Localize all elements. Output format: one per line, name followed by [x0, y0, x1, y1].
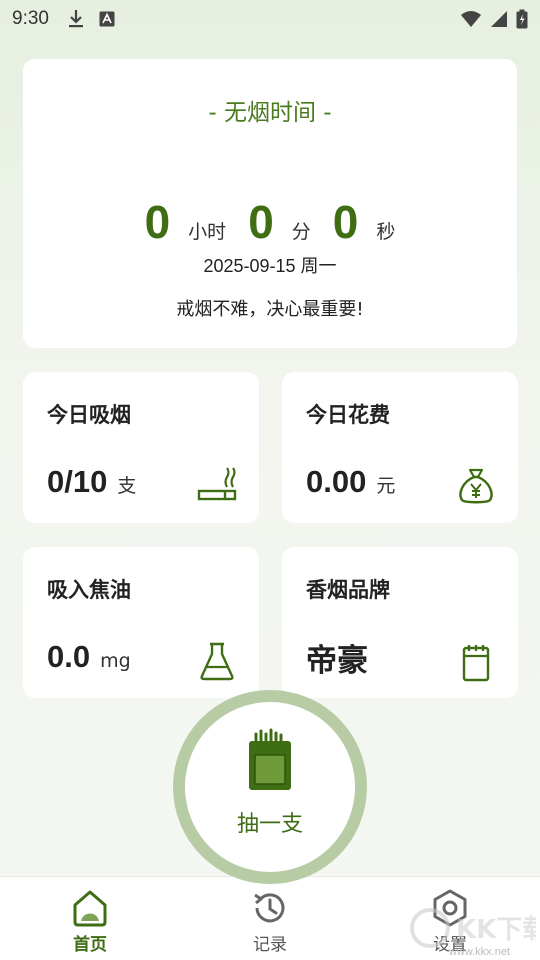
status-bar: 9:30	[0, 0, 540, 38]
today-smoke-value-row: 0/10 支	[47, 464, 136, 500]
smoke-free-timer-card: - 无烟时间 - 0 小时 0 分 0 秒 2025-09-15 周一 戒烟不难…	[23, 59, 517, 348]
nav-home[interactable]: 首页	[0, 877, 180, 960]
timer-minutes: 0	[248, 196, 274, 248]
cigarette-pack-icon	[249, 728, 291, 790]
money-bag-icon	[459, 468, 493, 504]
timer-readout: 0 小时 0 分 0 秒	[23, 195, 517, 249]
motto-text: 戒烟不难，决心最重要!	[176, 299, 364, 320]
today-cost-amount: 0.00	[306, 464, 367, 499]
tar-intake-unit: mg	[100, 650, 131, 672]
timer-title: - 无烟时间 -	[208, 100, 332, 126]
smoke-one-label: 抽一支	[236, 812, 303, 837]
today-smoke-unit: 支	[117, 475, 137, 497]
today-cost-title: 今日花费	[306, 403, 390, 427]
watermark-url: www.kkx.net	[448, 946, 510, 958]
tar-intake-value-row: 0.0 mg	[47, 639, 131, 675]
status-time: 9:30	[12, 8, 49, 29]
timer-minutes-unit: 分	[291, 221, 311, 243]
timer-seconds-unit: 秒	[376, 221, 396, 243]
timer-hours-unit: 小时	[188, 221, 227, 243]
signal-icon	[491, 11, 507, 27]
keyboard-a-icon	[99, 11, 115, 27]
flask-icon	[200, 642, 234, 681]
wifi-icon	[461, 11, 481, 27]
tar-intake-title: 吸入焦油	[47, 578, 131, 602]
today-smoke-count: 0/10	[47, 464, 108, 499]
cigarette-brand-name: 帝豪	[306, 643, 368, 679]
notepad-icon	[462, 645, 490, 682]
tar-intake-amount: 0.0	[47, 639, 91, 674]
timer-hours: 0	[144, 196, 171, 248]
today-smoke-card[interactable]: 今日吸烟 0/10 支	[23, 372, 259, 523]
nav-home-label: 首页	[73, 935, 107, 955]
nav-history[interactable]: 记录	[180, 877, 360, 960]
cigarette-brand-value-row: 帝豪	[306, 635, 368, 680]
today-cost-value-row: 0.00 元	[306, 464, 395, 500]
cigarette-brand-card[interactable]: 香烟品牌 帝豪	[282, 547, 518, 698]
cigarette-brand-title: 香烟品牌	[306, 578, 390, 602]
smoke-one-button[interactable]: 抽一支	[173, 690, 367, 884]
cigarette-icon	[197, 467, 237, 501]
home-icon	[73, 890, 107, 927]
tar-intake-card[interactable]: 吸入焦油 0.0 mg	[23, 547, 259, 698]
today-cost-card[interactable]: 今日花费 0.00 元	[282, 372, 518, 523]
today-cost-unit: 元	[376, 475, 396, 497]
nav-history-label: 记录	[253, 935, 287, 955]
current-date: 2025-09-15 周一	[203, 256, 337, 276]
timer-seconds: 0	[332, 196, 359, 248]
history-icon	[254, 893, 285, 923]
today-smoke-title: 今日吸烟	[47, 403, 131, 427]
settings-icon	[433, 889, 467, 927]
download-icon	[68, 10, 83, 28]
battery-icon	[516, 9, 528, 29]
